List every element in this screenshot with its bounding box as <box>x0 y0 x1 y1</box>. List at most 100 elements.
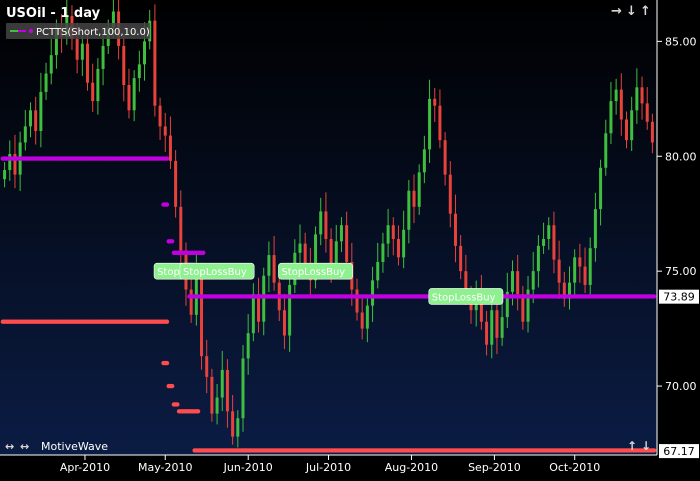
stop-dot <box>651 448 657 453</box>
candle-body <box>3 170 7 180</box>
candle-body <box>593 209 597 249</box>
candle-body <box>588 248 592 285</box>
stop-dot <box>164 319 170 324</box>
candle-body <box>236 418 240 437</box>
candle-body <box>386 225 390 244</box>
candle-body <box>23 126 27 143</box>
candle-body <box>381 243 385 262</box>
candle-body <box>391 225 395 239</box>
candle-body <box>288 284 292 336</box>
y-axis-panel <box>657 0 700 477</box>
stop-dot <box>169 239 175 244</box>
candle-body <box>137 64 141 79</box>
candle-body <box>319 211 323 235</box>
candle-body <box>459 245 463 272</box>
candle-body <box>407 190 411 230</box>
candle-body <box>485 321 489 345</box>
legend-purple-swatch <box>18 30 26 32</box>
x-tick-label: Sep-2010 <box>468 461 521 474</box>
candle-body <box>542 238 546 246</box>
scroll-up-icon[interactable]: ↑ <box>640 4 651 19</box>
candle-body <box>231 411 235 437</box>
y-tick-label: 75.00 <box>665 265 697 278</box>
candle-body <box>49 55 53 74</box>
x-tick-label: Oct-2010 <box>549 461 600 474</box>
candle-body <box>355 289 359 313</box>
candle-body <box>510 271 514 292</box>
candle-body <box>153 20 157 106</box>
stop-dot <box>175 402 180 407</box>
scroll-down-icon[interactable]: ↓ <box>626 4 637 19</box>
stop-dot <box>164 202 170 207</box>
chart-title: USOil - 1 day <box>6 6 101 21</box>
candle-body <box>438 105 442 141</box>
candle-body <box>453 213 457 246</box>
zoom-down-icon[interactable]: ↓ <box>641 439 651 453</box>
candle-body <box>536 245 540 272</box>
price-tag-label: 73.89 <box>663 291 695 304</box>
candle-body <box>215 397 219 414</box>
candle-body <box>225 369 229 412</box>
candle-body <box>91 82 95 102</box>
indicator-label: PCTTS(Short,100,10.0) <box>36 27 150 38</box>
candle-body <box>422 149 426 173</box>
candle-body <box>376 261 380 281</box>
candle-body <box>267 255 271 276</box>
pan-horizontal-icon-2[interactable]: ↔ <box>20 440 29 453</box>
candle-body <box>132 78 136 111</box>
candle-body <box>158 105 162 127</box>
stop-dot <box>651 294 657 299</box>
candle-body <box>609 101 613 134</box>
signal-label: StopLossBuy <box>183 267 247 278</box>
stop-dot <box>201 250 206 255</box>
chart-area[interactable]: StopLo StopLossBuy StopLossBuy StopLossBuy … <box>0 0 700 477</box>
pan-horizontal-icon[interactable]: ↔ <box>5 440 14 453</box>
x-tick-label: Aug-2010 <box>385 461 438 474</box>
candle-body <box>251 294 255 334</box>
candle-body <box>433 98 437 106</box>
candle-body <box>604 133 608 168</box>
x-tick-label: Apr-2010 <box>60 461 110 474</box>
candle-body <box>417 172 421 207</box>
candle-body <box>490 310 494 345</box>
candle-body <box>75 39 79 60</box>
brand-label: MotiveWave <box>41 440 108 453</box>
candle-body <box>360 312 364 329</box>
candle-body <box>345 225 349 262</box>
candle-body <box>179 206 183 251</box>
signal-label: StopLossBuy <box>432 292 496 303</box>
candle-body <box>624 119 628 141</box>
candle-body <box>324 211 328 239</box>
candle-body <box>29 110 33 127</box>
candle-body <box>329 238 333 267</box>
candle-body <box>619 89 623 120</box>
candle-body <box>174 160 178 207</box>
candle-body <box>614 89 618 102</box>
candle-body <box>34 110 38 131</box>
candle-body <box>143 41 147 65</box>
candle-body <box>163 126 167 136</box>
stop-dot <box>169 383 175 389</box>
candle-body <box>86 43 90 83</box>
candle-body <box>557 259 561 283</box>
price-tag-label: 67.17 <box>663 445 695 458</box>
candle-body <box>635 87 639 111</box>
candle-body <box>303 243 307 265</box>
candle-body <box>168 135 172 161</box>
candle-body <box>80 43 84 60</box>
indicator-legend[interactable]: PCTTS(Short,100,10.0) <box>6 23 150 39</box>
zoom-up-icon[interactable]: ↑ <box>627 439 637 453</box>
candle-body <box>547 225 551 239</box>
candle-body <box>220 369 224 398</box>
candle-body <box>573 257 577 283</box>
scroll-right-icon[interactable]: → <box>611 4 622 19</box>
candle-body <box>448 174 452 214</box>
signal-label: StopLossBuy <box>281 267 345 278</box>
candle-body <box>650 121 654 143</box>
candle-body <box>39 91 43 131</box>
candle-body <box>552 225 556 260</box>
candle-body <box>96 68 100 102</box>
x-tick-label: May-2010 <box>138 461 193 474</box>
price-chart[interactable]: StopLoStopLossBuy StopLossBuyStopLossBuy … <box>0 0 700 477</box>
candle-body <box>371 280 375 306</box>
